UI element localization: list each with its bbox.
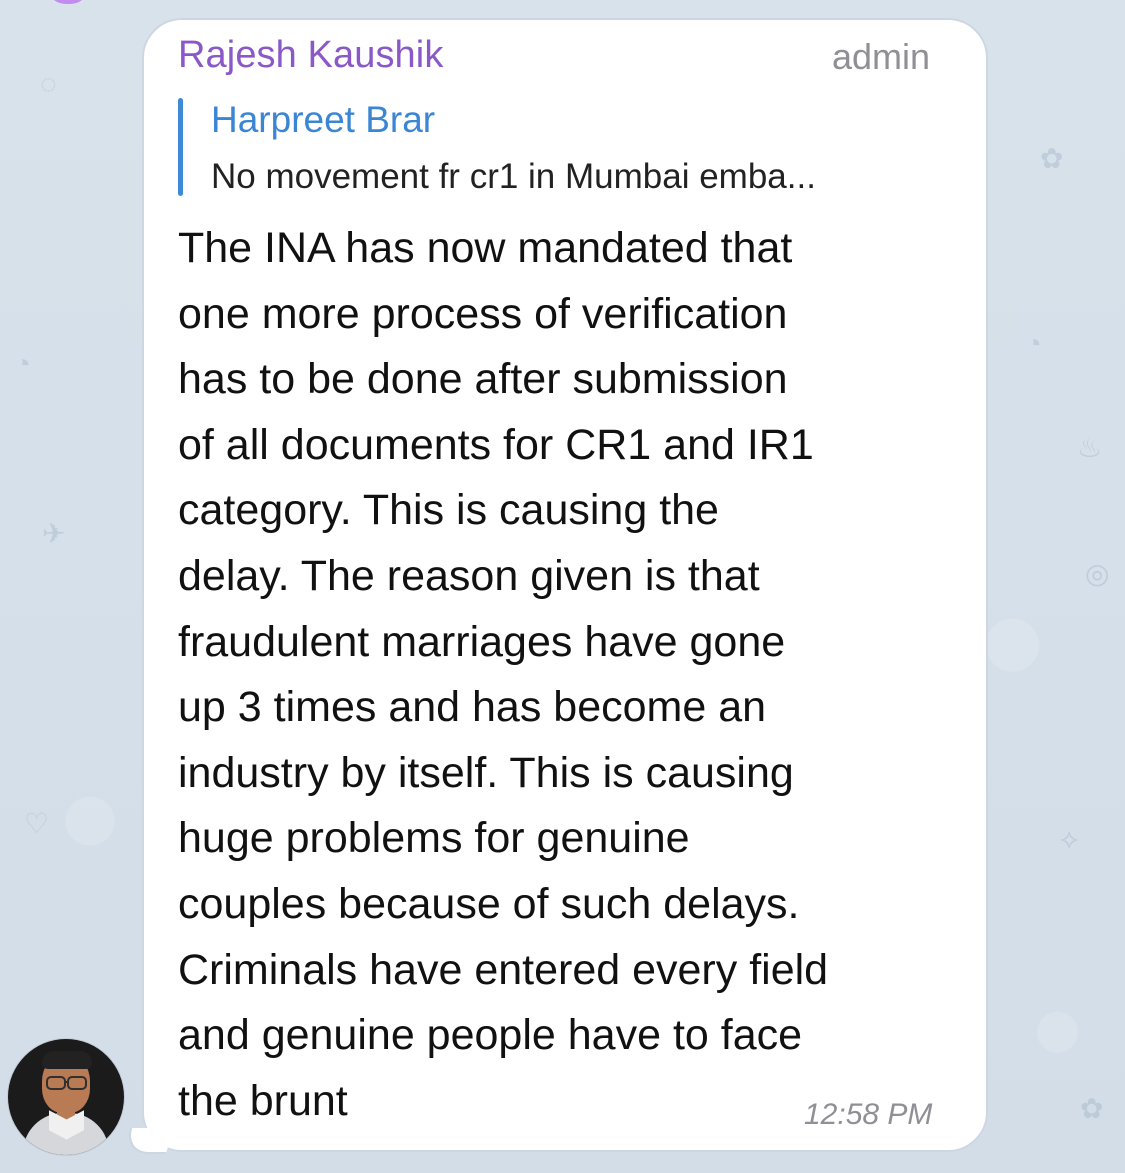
plane-icon: ✈: [42, 518, 66, 549]
bone-icon: ⟡: [1060, 823, 1079, 854]
avatar-hair: [42, 1051, 92, 1069]
reply-accent-bar: [178, 98, 183, 196]
reply-author: Harpreet Brar: [211, 99, 436, 140]
sender-name[interactable]: Rajesh Kaushik: [178, 34, 443, 77]
sender-avatar[interactable]: [8, 1039, 124, 1155]
avatar-glasses-bridge: [64, 1081, 68, 1083]
avatar-glasses-right: [67, 1076, 87, 1090]
avatar-glasses-left: [46, 1076, 66, 1090]
message-text: The INA has now mandated that one more p…: [178, 224, 829, 1125]
balloon-icon: ◌: [40, 68, 57, 99]
paw-bottom-icon: ✿: [1080, 1093, 1104, 1124]
heart-icon: ♡: [24, 808, 50, 839]
paw-icon: ✿: [1040, 143, 1064, 174]
cat-right-icon: ◔: [1025, 328, 1042, 359]
reply-preview[interactable]: Harpreet Brar No movement fr cr1 in Mumb…: [178, 96, 953, 200]
message-time: 12:58 PM: [804, 1098, 933, 1131]
admin-badge: admin: [832, 36, 931, 77]
cat-icon: ◔: [14, 348, 31, 379]
spiral-icon: ◎: [1085, 558, 1110, 589]
reply-excerpt: No movement fr cr1 in Mumbai emba...: [211, 157, 816, 196]
fire-icon: ♨: [1077, 432, 1103, 463]
